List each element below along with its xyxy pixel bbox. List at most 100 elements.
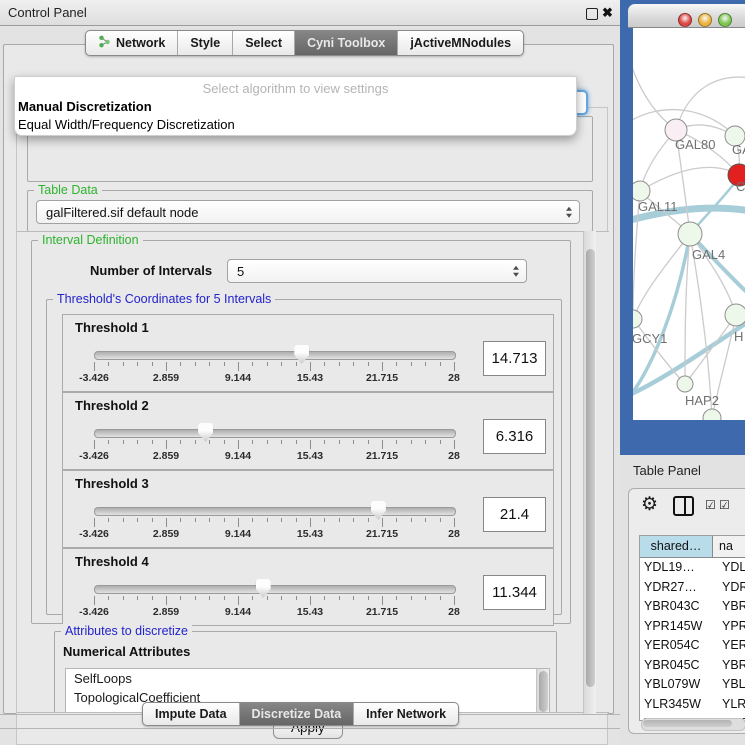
threshold-value-input[interactable] [483, 575, 546, 610]
threshold-value-input[interactable] [483, 419, 546, 454]
node-attribute-table[interactable]: shared… na YDL19…YDL1YDR27…YDR2YBR043CYB… [639, 535, 745, 721]
tab-network[interactable]: Network [86, 31, 178, 55]
table-row[interactable]: YBL079WYBL0 [640, 675, 745, 695]
name-cell[interactable]: YBL0 [716, 675, 745, 695]
num-intervals-label: Number of Intervals [90, 263, 212, 278]
tab-cyni-toolbox[interactable]: Cyni Toolbox [295, 31, 398, 55]
table-data-value: galFiltered.sif default node [46, 205, 198, 220]
network-node-hap2[interactable] [677, 376, 693, 392]
settings-scrollbar-thumb[interactable] [586, 249, 595, 687]
tab-label: Cyni Toolbox [307, 36, 385, 50]
network-window: GAL80GACGAL11GAL4GCY1HHAP2 [620, 0, 745, 455]
name-cell[interactable]: YBR0 [716, 597, 745, 617]
shared-name-cell[interactable]: YBR045C [640, 656, 716, 676]
slider-track[interactable] [94, 429, 456, 438]
network-node-gcy1[interactable] [633, 310, 642, 328]
network-edge[interactable] [640, 167, 739, 191]
algorithm-dropdown-popup: Select algorithm to view settings Manual… [14, 76, 577, 136]
close-icon[interactable]: ✖ [602, 5, 613, 21]
settings-scrollbar[interactable] [583, 231, 596, 715]
table-row[interactable]: YLR345WYLR3 [640, 695, 745, 715]
shared-name-cell[interactable]: YLR345W [640, 695, 716, 715]
tab-infer-network[interactable]: Infer Network [354, 703, 458, 725]
tab-select[interactable]: Select [233, 31, 295, 55]
num-intervals-value: 5 [237, 264, 244, 279]
tab-label: jActiveMNodules [410, 36, 511, 50]
slider-track[interactable] [94, 507, 456, 516]
interval-group-title: Interval Definition [38, 233, 143, 247]
table-row[interactable]: YBR043CYBR0 [640, 597, 745, 617]
table-row[interactable]: YER054CYER0 [640, 636, 745, 656]
zoom-traffic-light[interactable] [718, 13, 732, 27]
table-header-row: shared… na [640, 536, 745, 558]
network-node-label: C [736, 179, 745, 194]
settings-scroll-area: Interval Definition Number of Intervals … [17, 231, 609, 713]
shared-name-cell[interactable]: YBR043C [640, 597, 716, 617]
minimize-traffic-light[interactable] [698, 13, 712, 27]
network-edge[interactable] [633, 319, 685, 384]
name-cell[interactable]: YPR1 [716, 617, 745, 637]
slider-ticks [94, 362, 454, 371]
network-view-canvas[interactable]: GAL80GACGAL11GAL4GCY1HHAP2 [633, 28, 745, 420]
network-node-label: HAP2 [685, 393, 719, 408]
attribute-item[interactable]: SelfLoops [66, 669, 549, 688]
network-edge[interactable] [676, 77, 745, 130]
name-cell[interactable]: YLR3 [716, 695, 745, 715]
name-cell[interactable]: YDR2 [716, 578, 745, 598]
control-panel-titlebar: Control Panel ✖ [0, 0, 620, 26]
algorithm-option-equal-width[interactable]: Equal Width/Frequency Discretization [18, 117, 235, 132]
threshold-panel-1: Threshold 1-3.4262.8599.14415.4321.71528 [62, 314, 554, 392]
network-node-h[interactable] [725, 304, 745, 326]
gear-icon[interactable]: ⚙ [641, 495, 658, 514]
shared-name-cell[interactable]: YDL19… [640, 558, 716, 578]
algorithm-placeholder: Select algorithm to view settings [15, 81, 576, 96]
tab-impute-data[interactable]: Impute Data [143, 703, 240, 725]
control-panel-title: Control Panel [8, 5, 87, 20]
threshold-value-input[interactable] [483, 497, 546, 532]
shared-name-cell[interactable]: YER054C [640, 636, 716, 656]
column-header-name[interactable]: na [713, 536, 745, 557]
checkbox-column-icon[interactable]: ☑ [705, 499, 716, 511]
float-window-icon[interactable] [586, 8, 598, 20]
network-node-label: GAL4 [692, 247, 725, 262]
split-columns-icon[interactable] [673, 496, 694, 516]
attributes-scrollbar[interactable] [536, 669, 549, 713]
tab-discretize-data[interactable]: Discretize Data [240, 703, 355, 725]
discretize-settings-panel: Discretization Algorithm Table Data galF… [16, 107, 608, 745]
algorithm-option-manual[interactable]: Manual Discretization [18, 99, 152, 114]
table-horizontal-scrollbar[interactable] [641, 718, 745, 731]
network-window-titlebar[interactable] [628, 4, 745, 28]
column-header-shared-name[interactable]: shared… [640, 536, 713, 557]
slider-track[interactable] [94, 585, 456, 594]
name-cell[interactable]: YER0 [716, 636, 745, 656]
shared-name-cell[interactable]: YDR27… [640, 578, 716, 598]
shared-name-cell[interactable]: YPR145W [640, 617, 716, 637]
network-node[interactable] [703, 409, 721, 420]
threshold-panel-4: Threshold 4-3.4262.8599.14415.4321.71528 [62, 548, 554, 626]
tab-style[interactable]: Style [178, 31, 233, 55]
slider-ticks [94, 596, 454, 605]
stepper-icon [566, 207, 572, 218]
table-horizontal-scrollbar-thumb[interactable] [643, 720, 732, 727]
network-edge[interactable] [633, 58, 676, 130]
network-node-gal4[interactable] [678, 222, 702, 246]
attributes-scrollbar-thumb[interactable] [539, 671, 548, 712]
network-node-label: GCY1 [633, 331, 667, 346]
threshold-value-input[interactable] [483, 341, 546, 376]
name-cell[interactable]: YBR0 [716, 656, 745, 676]
shared-name-cell[interactable]: YBL079W [640, 675, 716, 695]
slider-tick-labels: -3.4262.8599.14415.4321.71528 [94, 450, 454, 464]
table-row[interactable]: YDL19…YDL1 [640, 558, 745, 578]
checkbox-column-icon-2[interactable]: ☑ [719, 499, 730, 511]
tab-label: Impute Data [155, 707, 227, 721]
name-cell[interactable]: YDL1 [716, 558, 745, 578]
close-traffic-light[interactable] [678, 13, 692, 27]
num-intervals-select[interactable]: 5 [227, 259, 527, 283]
table-row[interactable]: YBR045CYBR0 [640, 656, 745, 676]
table-row[interactable]: YPR145WYPR1 [640, 617, 745, 637]
network-node-gal11[interactable] [633, 181, 650, 201]
table-data-select[interactable]: galFiltered.sif default node [36, 200, 580, 224]
table-row[interactable]: YDR27…YDR2 [640, 578, 745, 598]
slider-track[interactable] [94, 351, 456, 360]
tab-jactivemnodules[interactable]: jActiveMNodules [398, 31, 523, 55]
